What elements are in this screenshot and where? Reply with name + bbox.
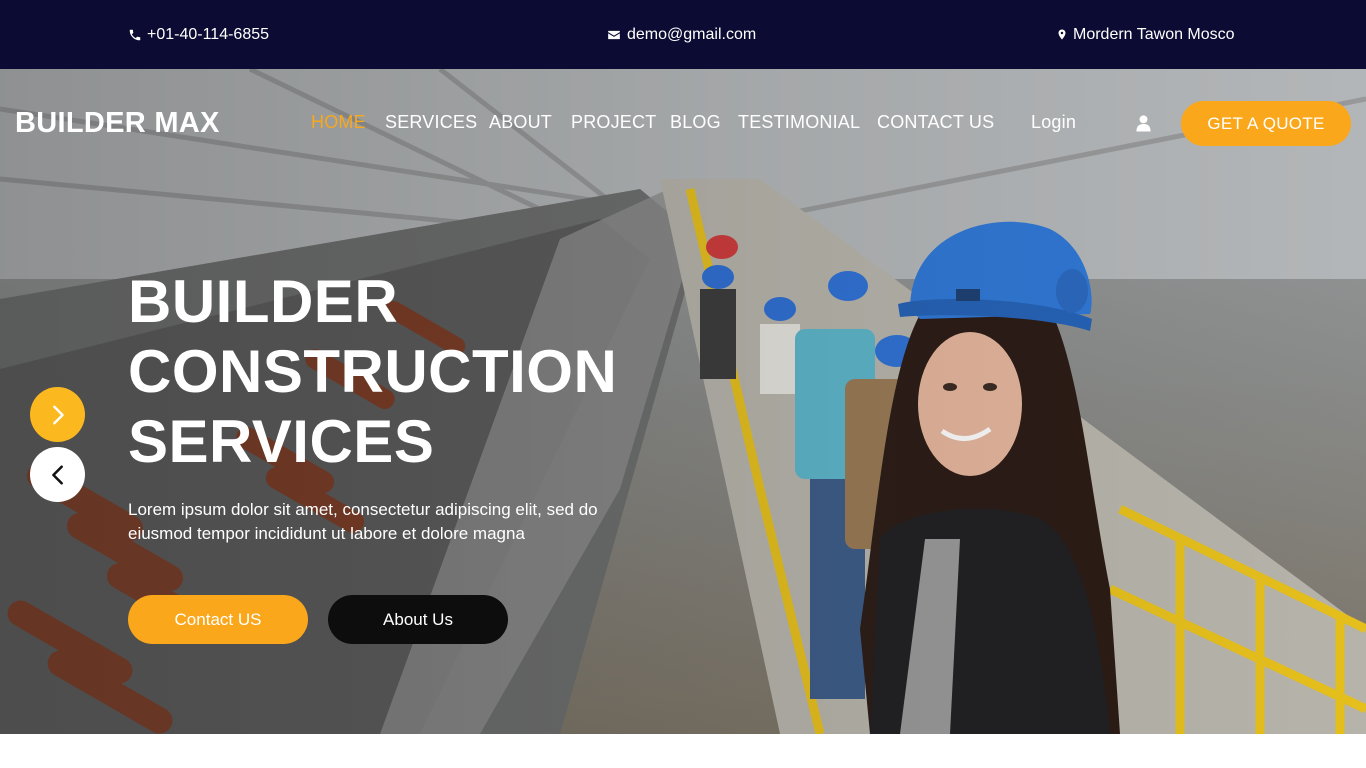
nav-item-contact-us[interactable]: CONTACT US xyxy=(877,112,994,133)
nav-item-project[interactable]: PROJECT xyxy=(571,112,656,133)
email-link[interactable]: demo@gmail.com xyxy=(606,0,756,69)
phone-icon xyxy=(129,29,141,40)
nav-item-testimonial[interactable]: TESTIMONIAL xyxy=(738,112,860,133)
envelope-icon xyxy=(608,30,620,39)
hero-title-line: CONSTRUCTION xyxy=(128,338,618,405)
hero-title: BUILDER CONSTRUCTION SERVICES xyxy=(128,267,648,477)
chevron-right-icon xyxy=(52,405,64,424)
hero-title-line: SERVICES xyxy=(128,408,435,475)
login-link[interactable]: Login xyxy=(1031,112,1076,133)
about-us-button[interactable]: About Us xyxy=(328,595,508,644)
nav-item-about[interactable]: ABOUT xyxy=(489,112,552,133)
contact-us-button[interactable]: Contact US xyxy=(128,595,308,644)
site-logo[interactable]: BUILDER MAX xyxy=(15,107,220,140)
user-icon[interactable] xyxy=(1136,115,1151,132)
nav-item-services[interactable]: SERVICES xyxy=(385,112,477,133)
phone-number: +01-40-114-6855 xyxy=(147,25,270,43)
nav-item-home[interactable]: HOME xyxy=(311,112,366,133)
slider-next-button[interactable] xyxy=(30,387,85,442)
hero-description: Lorem ipsum dolor sit amet, consectetur … xyxy=(128,500,598,543)
top-contact-bar: +01-40-114-6855 demo@gmail.com Mordern T… xyxy=(0,0,1366,69)
nav-item-blog[interactable]: BLOG xyxy=(670,112,721,133)
hero-title-line: BUILDER xyxy=(128,268,399,335)
slider-prev-button[interactable] xyxy=(30,447,85,502)
location-text: Mordern Tawon Mosco xyxy=(1073,25,1235,43)
chevron-left-icon xyxy=(51,464,63,485)
get-a-quote-button[interactable]: GET A QUOTE xyxy=(1181,101,1351,146)
phone-link[interactable]: +01-40-114-6855 xyxy=(128,0,269,69)
map-marker-icon xyxy=(1058,29,1066,40)
location-link[interactable]: Mordern Tawon Mosco xyxy=(1056,0,1235,69)
email-address: demo@gmail.com xyxy=(627,25,757,43)
